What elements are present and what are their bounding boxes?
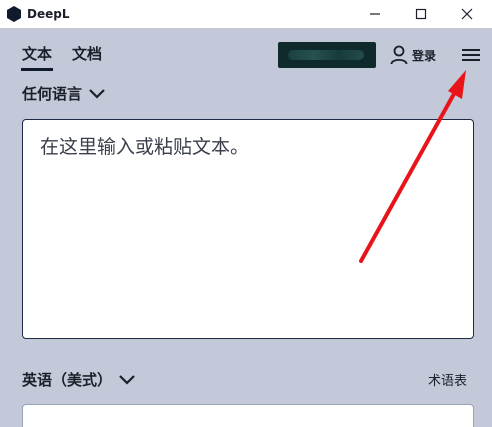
- source-language-select[interactable]: 任何语言: [22, 84, 106, 104]
- login-button[interactable]: 登录: [390, 44, 436, 66]
- close-icon: [461, 8, 473, 20]
- glossary-button[interactable]: 术语表: [428, 373, 467, 391]
- promo-badge-content: [288, 50, 364, 60]
- tab-text[interactable]: 文本: [22, 44, 52, 64]
- promo-badge[interactable]: [278, 42, 376, 68]
- source-text-input[interactable]: 在这里输入或粘贴文本。: [22, 119, 474, 339]
- window-title: DeepL: [27, 7, 70, 21]
- target-language-label: 英语（美式）: [22, 371, 113, 389]
- maximize-button[interactable]: [398, 0, 444, 28]
- source-language-label: 任何语言: [22, 85, 83, 103]
- login-label: 登录: [412, 48, 437, 63]
- main-menu-button[interactable]: [459, 44, 483, 66]
- close-button[interactable]: [444, 0, 490, 28]
- source-placeholder: 在这里输入或粘贴文本。: [40, 136, 250, 158]
- minimize-icon: [370, 13, 380, 15]
- maximize-icon: [415, 8, 427, 20]
- hamburger-menu-icon: [462, 49, 480, 61]
- chevron-down-icon: [89, 89, 105, 99]
- deepl-logo-icon: [7, 6, 21, 22]
- minimize-button[interactable]: [352, 0, 398, 28]
- chevron-down-icon: [119, 375, 135, 385]
- title-bar: DeepL: [0, 0, 492, 28]
- user-icon: [390, 45, 408, 65]
- active-tab-indicator: [21, 68, 53, 71]
- tab-documents[interactable]: 文档: [72, 44, 102, 64]
- target-text-output: [22, 404, 474, 427]
- target-language-select[interactable]: 英语（美式）: [22, 370, 136, 390]
